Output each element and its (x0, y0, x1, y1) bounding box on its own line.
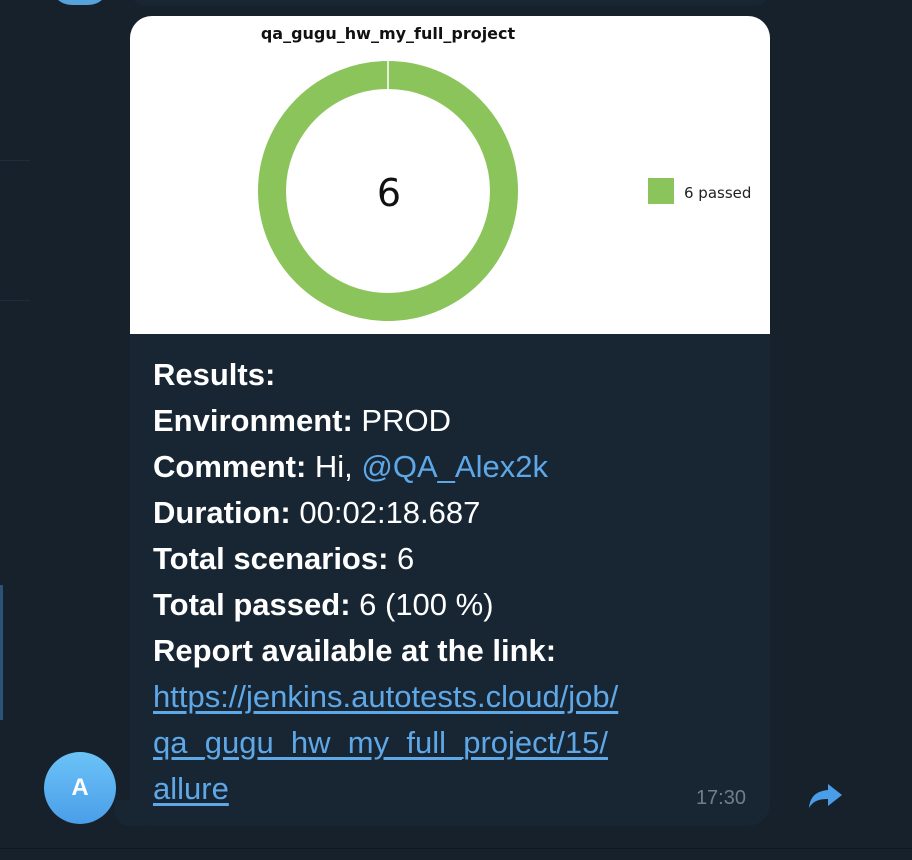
comment-label: Comment: (153, 449, 307, 484)
message-timestamp: 17:30 (695, 787, 746, 809)
sender-avatar[interactable]: A (44, 752, 116, 824)
bottom-divider (0, 848, 912, 849)
report-line: Report available at the link: (153, 628, 733, 674)
duration-label: Duration: (153, 495, 291, 530)
total-passed-label: Total passed: (153, 587, 351, 622)
message-text: Results: Environment: PROD Comment: Hi, … (153, 352, 733, 812)
forward-arrow-icon (809, 784, 842, 808)
divider (0, 300, 30, 301)
message-bubble[interactable]: qa_gugu_hw_my_full_project 6 6 passed Re… (130, 16, 770, 826)
divider (0, 160, 30, 161)
donut-chart: 6 6 passed (258, 61, 751, 321)
legend-label-passed: 6 passed (684, 184, 751, 202)
chat-list-scroll-indicator (0, 585, 3, 720)
report-link-line[interactable]: allure (153, 766, 733, 812)
environment-line: Environment: PROD (153, 398, 733, 444)
duration-line: Duration: 00:02:18.687 (153, 490, 733, 536)
environment-label: Environment: (153, 403, 353, 438)
forward-button[interactable] (806, 778, 846, 814)
report-link[interactable]: https://jenkins.autotests.cloud/job/ qa_… (153, 674, 733, 812)
avatar-initial: A (71, 774, 89, 801)
report-label: Report available at the link: (153, 633, 557, 668)
chart-image[interactable]: qa_gugu_hw_my_full_project 6 6 passed (130, 16, 770, 334)
total-scenarios-label: Total scenarios: (153, 541, 389, 576)
total-passed-value: 6 (100 %) (350, 587, 494, 622)
legend-swatch-passed (648, 178, 674, 204)
total-scenarios-value: 6 (388, 541, 415, 576)
comment-value: Hi, (306, 449, 362, 484)
chat-background: qa_gugu_hw_my_full_project 6 6 passed Re… (0, 0, 912, 860)
results-line: Results: (153, 352, 733, 398)
duration-value: 00:02:18.687 (290, 495, 481, 530)
results-label: Results: (153, 357, 276, 392)
environment-value: PROD (352, 403, 451, 438)
donut-center-value: 6 (377, 171, 401, 215)
comment-line: Comment: Hi, @QA_Alex2k (153, 444, 733, 490)
previous-avatar-edge (50, 0, 110, 5)
total-passed-line: Total passed: 6 (100 %) (153, 582, 733, 628)
total-scenarios-line: Total scenarios: 6 (153, 536, 733, 582)
report-link-line[interactable]: https://jenkins.autotests.cloud/job/ (153, 674, 733, 720)
report-link-line[interactable]: qa_gugu_hw_my_full_project/15/ (153, 720, 733, 766)
previous-message-edge (130, 0, 770, 6)
user-mention-link[interactable]: @QA_Alex2k (361, 449, 548, 484)
